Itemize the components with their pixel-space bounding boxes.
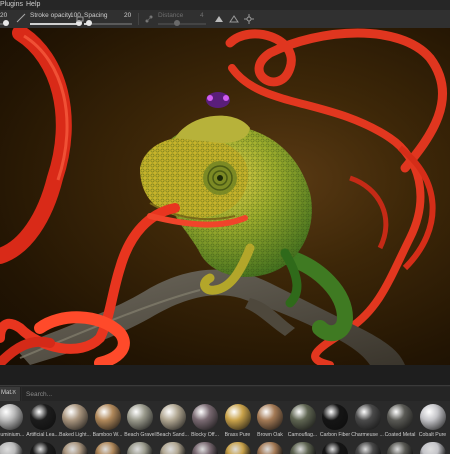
material-preview bbox=[192, 404, 218, 430]
shelf-tab-materials[interactable]: Mat... × bbox=[0, 387, 21, 401]
material-label: Artificial Lea... bbox=[25, 432, 61, 438]
material-preview-next-row[interactable] bbox=[322, 442, 348, 454]
material-label: Brass Pure bbox=[220, 432, 256, 438]
material-tile[interactable]: Brown Oak bbox=[254, 404, 286, 450]
spacing-label: Spacing bbox=[84, 12, 108, 19]
material-preview-next-row[interactable] bbox=[30, 442, 56, 454]
material-preview-next-row[interactable] bbox=[95, 442, 121, 454]
material-label: Camouflag... bbox=[285, 432, 321, 438]
menu-plugins[interactable]: Plugins bbox=[0, 1, 23, 8]
distance-label: Distance bbox=[158, 12, 183, 19]
material-label: Bamboo W... bbox=[90, 432, 126, 438]
material-preview-next-row[interactable] bbox=[257, 442, 283, 454]
material-tile[interactable]: Cobalt Pure bbox=[417, 404, 449, 450]
material-preview-next-row[interactable] bbox=[420, 442, 446, 454]
search-input[interactable] bbox=[26, 388, 226, 400]
toolbar-separator bbox=[138, 13, 139, 25]
material-tile[interactable]: Beach Gravel bbox=[124, 404, 156, 450]
material-label: Baked Light... bbox=[57, 432, 93, 438]
menu-help[interactable]: Help bbox=[26, 1, 40, 8]
material-preview-next-row[interactable] bbox=[387, 442, 413, 454]
material-label: Coated Metal bbox=[382, 432, 418, 438]
viewport-render bbox=[0, 28, 450, 365]
target-icon[interactable] bbox=[244, 14, 254, 24]
distance-knob[interactable] bbox=[174, 20, 180, 26]
material-tile[interactable]: Brass Pure bbox=[222, 404, 254, 450]
material-preview-next-row[interactable] bbox=[290, 442, 316, 454]
material-preview bbox=[0, 404, 23, 430]
material-tile[interactable]: Baked Light... bbox=[59, 404, 91, 450]
material-tile[interactable]: Camouflag... bbox=[287, 404, 319, 450]
material-tile[interactable]: Carbon Fiber bbox=[319, 404, 351, 450]
3d-viewport[interactable] bbox=[0, 28, 450, 365]
material-tile[interactable]: Aluminium... bbox=[0, 404, 26, 450]
tool-options-bar: 20 Stroke opacity 100 Spacing 20 Distanc… bbox=[0, 10, 450, 29]
material-preview bbox=[30, 404, 56, 430]
material-label: Charmeuse ... bbox=[350, 432, 386, 438]
spacing-value[interactable]: 20 bbox=[124, 12, 131, 19]
material-label: Beach Gravel bbox=[122, 432, 158, 438]
material-preview bbox=[95, 404, 121, 430]
distance-slider[interactable] bbox=[158, 23, 206, 25]
material-label: Brown Oak bbox=[252, 432, 288, 438]
material-preview bbox=[62, 404, 88, 430]
menu-bar: Plugins Help bbox=[0, 0, 450, 10]
material-preview bbox=[127, 404, 153, 430]
panel-divider bbox=[0, 365, 450, 385]
material-preview-next-row[interactable] bbox=[160, 442, 186, 454]
material-label: Cobalt Pure bbox=[415, 432, 450, 438]
shelf-search-bar bbox=[22, 387, 450, 401]
stroke-opacity-label: Stroke opacity bbox=[30, 12, 71, 19]
material-label: Blocky Off... bbox=[187, 432, 223, 438]
material-preview-next-row[interactable] bbox=[225, 442, 251, 454]
material-preview-next-row[interactable] bbox=[192, 442, 218, 454]
symmetry-icon[interactable] bbox=[214, 14, 224, 24]
material-tile[interactable]: Coated Metal bbox=[384, 404, 416, 450]
distance-value[interactable]: 4 bbox=[200, 12, 204, 19]
size-value[interactable]: 20 bbox=[0, 12, 7, 19]
material-preview-next-row[interactable] bbox=[355, 442, 381, 454]
material-tile[interactable]: Blocky Off... bbox=[189, 404, 221, 450]
material-tile[interactable]: Charmeuse ... bbox=[352, 404, 384, 450]
material-preview-next-row[interactable] bbox=[62, 442, 88, 454]
material-preview-next-row[interactable] bbox=[127, 442, 153, 454]
material-label: Beach Sand... bbox=[155, 432, 191, 438]
material-preview bbox=[257, 404, 283, 430]
alignment-icon[interactable] bbox=[229, 14, 239, 24]
material-preview bbox=[160, 404, 186, 430]
material-preview bbox=[387, 404, 413, 430]
material-preview bbox=[355, 404, 381, 430]
material-label: Carbon Fiber bbox=[317, 432, 353, 438]
material-preview-next-row[interactable] bbox=[0, 442, 23, 454]
material-preview bbox=[290, 404, 316, 430]
material-tile[interactable]: Beach Sand... bbox=[157, 404, 189, 450]
material-preview bbox=[322, 404, 348, 430]
material-tile[interactable]: Bamboo W... bbox=[92, 404, 124, 450]
lazy-mouse-icon[interactable] bbox=[144, 14, 154, 24]
opacity-mode-icon[interactable] bbox=[16, 13, 26, 23]
close-icon[interactable]: × bbox=[12, 389, 16, 396]
material-preview bbox=[225, 404, 251, 430]
spacing-knob[interactable] bbox=[86, 20, 92, 26]
material-tile[interactable]: Artificial Lea... bbox=[27, 404, 59, 450]
size-slider-knob[interactable] bbox=[3, 20, 9, 26]
material-preview bbox=[420, 404, 446, 430]
